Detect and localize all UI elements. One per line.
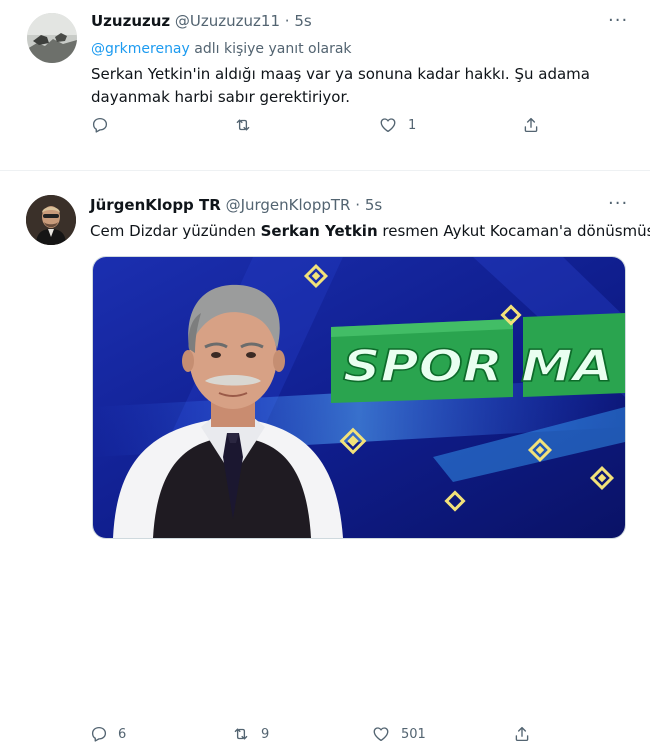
timestamp[interactable]: 5s (294, 12, 311, 30)
avatar[interactable] (26, 195, 76, 245)
retweet-icon (234, 728, 248, 740)
retweet-button[interactable] (233, 116, 263, 134)
banner-text: SPOR MA (343, 341, 613, 392)
share-icon (524, 117, 538, 133)
share-icon (515, 726, 529, 742)
reply-button[interactable] (91, 116, 119, 134)
like-count: 501 (401, 726, 426, 742)
reply-icon (91, 726, 107, 742)
avatar[interactable] (27, 13, 77, 63)
tweet-text: Cem Dizdar yüzünden Serkan Yetkin resmen… (90, 220, 650, 243)
author-name[interactable]: JürgenKlopp TR (90, 196, 221, 214)
retweet-icon (236, 119, 250, 131)
reply-mention-link[interactable]: @grkmerenay (91, 41, 190, 57)
dot-separator: · (355, 196, 361, 214)
reply-context-label: adlı kişiye yanıt olarak (194, 41, 352, 57)
reply-button[interactable]: 6 (90, 725, 126, 743)
author-name[interactable]: Uzuzuzuz (91, 12, 170, 30)
tweet-1[interactable]: Uzuzuzuz @Uzuzuzuz11 · 5s ··· @grkmerena… (0, 0, 650, 170)
timestamp[interactable]: 5s (365, 196, 382, 214)
reply-context: @grkmerenay adlı kişiye yanıt olarak (91, 41, 352, 57)
retweet-count: 9 (261, 726, 270, 742)
tweet-text-start: Cem Dizdar yüzünden (90, 222, 261, 240)
author-handle[interactable]: @Uzuzuzuz11 (175, 12, 280, 30)
share-button[interactable] (513, 725, 531, 743)
like-count: 1 (408, 117, 417, 133)
like-button[interactable]: 1 (378, 116, 416, 134)
share-button[interactable] (522, 116, 540, 134)
tweet-text: Serkan Yetkin'in aldığı maaş var ya sonu… (91, 65, 590, 106)
like-button[interactable]: 501 (371, 725, 426, 743)
dot-separator: · (284, 12, 290, 30)
reply-icon (92, 117, 108, 133)
tweet-text-bold: Serkan Yetkin (260, 222, 378, 240)
author-handle[interactable]: @JurgenKloppTR (226, 196, 351, 214)
reply-count: 6 (118, 726, 127, 742)
more-icon[interactable]: ··· (608, 10, 628, 31)
tweet-text-end: resmen Aykut Kocaman'a dönüsmüs. (377, 222, 650, 240)
tweet-media-image[interactable]: SPOR MA (92, 256, 626, 539)
retweet-button[interactable]: 9 (231, 725, 269, 743)
like-icon (373, 727, 389, 742)
more-icon[interactable]: ··· (608, 193, 628, 214)
like-icon (380, 118, 396, 133)
media-illustration: SPOR MA (93, 257, 625, 538)
